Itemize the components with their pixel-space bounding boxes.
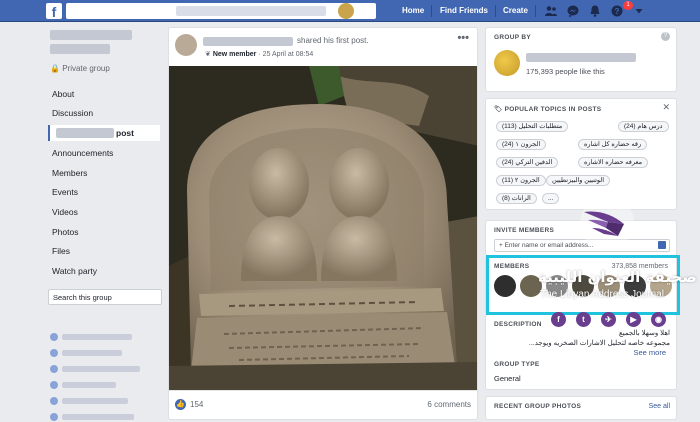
topic-chip[interactable]: (24) الدفين التركي xyxy=(496,157,559,168)
description-heading: DESCRIPTION xyxy=(494,321,542,328)
sidebar-item-photos[interactable]: Photos xyxy=(52,227,78,237)
recent-photos-card: RECENT GROUP PHOTOS See all xyxy=(485,396,677,420)
topic-chip[interactable]: (113) متطلبات التحليل xyxy=(496,121,569,132)
page-avatar[interactable] xyxy=(494,50,520,76)
topic-chip[interactable]: (24) درس هام xyxy=(618,121,669,132)
lock-icon: 🔒 xyxy=(50,64,60,73)
tag-icon: 🏷 xyxy=(494,106,503,113)
privacy-text: Private group xyxy=(62,64,110,73)
group-type-heading: GROUP TYPE xyxy=(494,361,540,368)
sidebar-item-files[interactable]: Files xyxy=(52,246,70,256)
svg-text:?: ? xyxy=(615,7,620,16)
topic-chip[interactable]: (24) الجرون ١ xyxy=(496,139,547,150)
close-icon[interactable]: ✕ xyxy=(662,102,670,113)
sidebar-item-events[interactable]: Events xyxy=(52,187,78,197)
shortcut-item[interactable] xyxy=(50,396,150,406)
nav-divider xyxy=(495,5,496,17)
dropdown-icon[interactable] xyxy=(632,4,646,18)
shortcut-item[interactable] xyxy=(50,412,150,422)
nav-home[interactable]: Home xyxy=(402,0,424,22)
search-icon[interactable]: ⌕ xyxy=(53,291,157,302)
author-avatar[interactable] xyxy=(175,34,197,56)
facebook-icon: f xyxy=(551,312,566,327)
post-footer: 👍 154 6 comments xyxy=(169,390,477,419)
post-meta: ❦ New member · 25 April at 08:54 xyxy=(205,51,314,58)
facebook-logo[interactable]: f xyxy=(46,3,62,20)
post-date[interactable]: 25 April at 08:54 xyxy=(263,51,314,58)
see-more-link[interactable]: See more xyxy=(633,348,666,357)
shortcut-item[interactable] xyxy=(50,348,150,358)
reaction-count[interactable]: 154 xyxy=(190,400,203,409)
post-headline: shared his first post. xyxy=(297,36,369,45)
shortcut-item[interactable] xyxy=(50,364,150,374)
description-line-1: اهلا وسهلا بالجميع xyxy=(619,330,670,337)
page-name-redacted[interactable] xyxy=(526,53,636,62)
youtube-icon: ▶ xyxy=(626,312,641,327)
watermark-logo xyxy=(578,194,636,252)
new-member-icon: ❦ xyxy=(205,51,211,58)
nav-create[interactable]: Create xyxy=(503,0,528,22)
redacted-nav-text xyxy=(56,128,114,138)
top-navigation-bar: f Home Find Friends Create ? 1 xyxy=(0,0,700,22)
post-photo-carved-stone-stele[interactable] xyxy=(169,66,477,390)
bell-icon[interactable] xyxy=(588,4,602,18)
topic-chip[interactable]: الوتنيين والبيزنطيين xyxy=(546,175,611,186)
twitter-icon: t xyxy=(576,312,591,327)
sidebar-item-announcements[interactable]: Announcements xyxy=(52,148,113,158)
invite-heading: INVITE MEMBERS xyxy=(494,227,555,234)
watermark-english-text: The Libyan Address Journal xyxy=(540,289,664,300)
nav-find-friends[interactable]: Find Friends xyxy=(440,0,488,22)
popular-topics-heading: 🏷 POPULAR TOPICS IN POSTS xyxy=(494,105,601,113)
group-type-value: General xyxy=(494,374,521,383)
topic-chip[interactable]: رقه حضاره كل اشاره xyxy=(578,139,648,150)
sidebar-item-post[interactable]: post xyxy=(116,128,134,138)
popular-topics-title: POPULAR TOPICS IN POSTS xyxy=(504,106,602,113)
group-by-heading: GROUP BY xyxy=(494,34,531,41)
friends-icon[interactable] xyxy=(544,4,558,18)
new-member-badge: New member xyxy=(212,51,257,58)
group-sidebar: 🔒 Private group About Discussion post An… xyxy=(46,22,164,422)
description-line-2: مجموعه خاصه لتحليل الاشارات الصخريه ويوج… xyxy=(528,340,670,347)
help-icon[interactable]: ? xyxy=(661,32,670,41)
privacy-label: 🔒 Private group xyxy=(50,64,110,73)
feed-post: shared his first post. ❦ New member · 25… xyxy=(168,27,478,420)
topic-chip[interactable]: (8) الرانات xyxy=(496,193,537,204)
group-search-input[interactable]: Search this group ⌕ xyxy=(48,289,162,305)
nav-divider xyxy=(431,5,432,17)
shortcut-item[interactable] xyxy=(50,332,150,342)
group-name-redacted[interactable] xyxy=(50,30,140,58)
profile-avatar[interactable] xyxy=(338,3,354,19)
topic-chip[interactable]: معرفه حضاره الاشاره xyxy=(578,157,649,168)
watermark-arabic-text: صحيفة العنوان الليبية xyxy=(538,268,697,286)
sidebar-item-members[interactable]: Members xyxy=(52,168,87,178)
sidebar-item-watch-party[interactable]: Watch party xyxy=(52,266,97,276)
messenger-icon[interactable] xyxy=(566,4,580,18)
more-topics-chip[interactable]: ... xyxy=(542,193,560,204)
telegram-icon: ✈ xyxy=(601,312,616,327)
see-all-link[interactable]: See all xyxy=(649,403,670,410)
invite-contacts-icon[interactable] xyxy=(658,241,666,249)
help-icon[interactable]: ? xyxy=(610,4,624,18)
group-by-card: GROUP BY ? 175,393 people like this xyxy=(485,27,677,92)
more-options-icon[interactable]: ••• xyxy=(457,32,469,44)
author-name-redacted[interactable] xyxy=(203,37,293,46)
sidebar-item-videos[interactable]: Videos xyxy=(52,207,78,217)
sidebar-item-about[interactable]: About xyxy=(52,89,74,99)
like-reaction-icon[interactable]: 👍 xyxy=(175,399,186,410)
sidebar-item-discussion[interactable]: Discussion xyxy=(52,108,93,118)
nav-divider xyxy=(535,5,536,17)
redacted-search-text xyxy=(176,6,326,16)
recent-photos-heading: RECENT GROUP PHOTOS xyxy=(494,403,582,410)
rss-icon: ◉ xyxy=(651,312,666,327)
page-likes: 175,393 people like this xyxy=(526,67,605,76)
shortcut-item[interactable] xyxy=(50,380,150,390)
topic-chip[interactable]: (11) الجرون ٢ xyxy=(496,175,546,186)
comments-count[interactable]: 6 comments xyxy=(427,400,471,409)
